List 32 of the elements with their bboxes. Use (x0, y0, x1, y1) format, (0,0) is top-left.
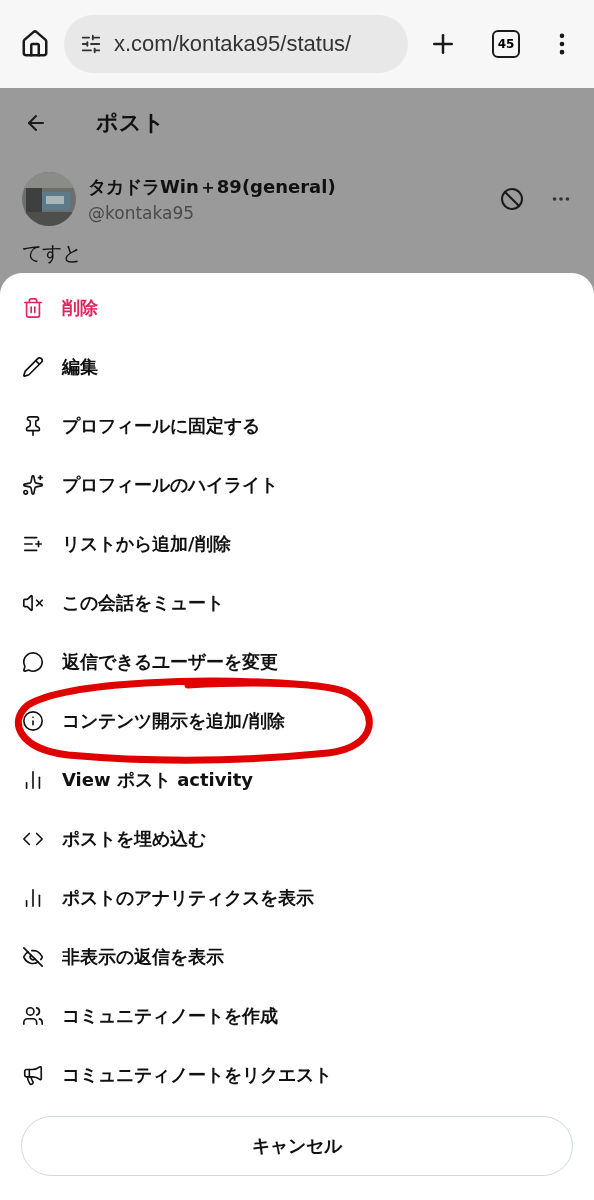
pencil-icon (22, 355, 44, 378)
sparkle-icon (22, 473, 44, 496)
tab-count[interactable]: 45 (492, 30, 520, 58)
menu-item[interactable]: リストから追加/削除 (0, 514, 594, 573)
trash-icon (22, 296, 44, 319)
speech-bubble-icon (22, 650, 44, 673)
post-text: てすと (21, 240, 83, 267)
home-icon[interactable] (20, 29, 50, 59)
author-name[interactable]: タカドラWin＋89(general) (88, 175, 488, 199)
menu-item[interactable]: コミュニティノートを作成 (0, 986, 594, 1045)
page-title: ポスト (96, 109, 165, 137)
menu-item[interactable]: この会話をミュート (0, 573, 594, 632)
megaphone-icon (22, 1063, 44, 1086)
cancel-button[interactable]: キャンセル (21, 1116, 573, 1176)
people-icon (22, 1004, 44, 1027)
address-bar[interactable]: x.com/kontaka95/status/ (64, 15, 408, 73)
info-icon (22, 709, 44, 732)
menu-item[interactable]: プロフィールのハイライト (0, 455, 594, 514)
site-settings-icon[interactable] (80, 33, 102, 55)
menu-item[interactable]: 返信できるユーザーを変更 (0, 632, 594, 691)
menu-item[interactable]: ポストのアナリティクスを表示 (0, 868, 594, 927)
menu-item[interactable]: プロフィールに固定する (0, 396, 594, 455)
slashed-circle-icon[interactable] (500, 187, 524, 211)
menu-item[interactable]: ポストを埋め込む (0, 809, 594, 868)
menu-item[interactable]: 編集 (0, 337, 594, 396)
menu-item[interactable]: 非表示の返信を表示 (0, 927, 594, 986)
url-text: x.com/kontaka95/status/ (114, 31, 352, 57)
menu-item[interactable]: 削除 (0, 278, 594, 337)
menu-item[interactable]: View ポスト activity (0, 750, 594, 809)
hidden-icon (22, 945, 44, 968)
menu-item[interactable]: コンテンツ開示を追加/削除 (0, 691, 594, 750)
menu-item[interactable]: コミュニティノートをリクエスト (0, 1045, 594, 1104)
